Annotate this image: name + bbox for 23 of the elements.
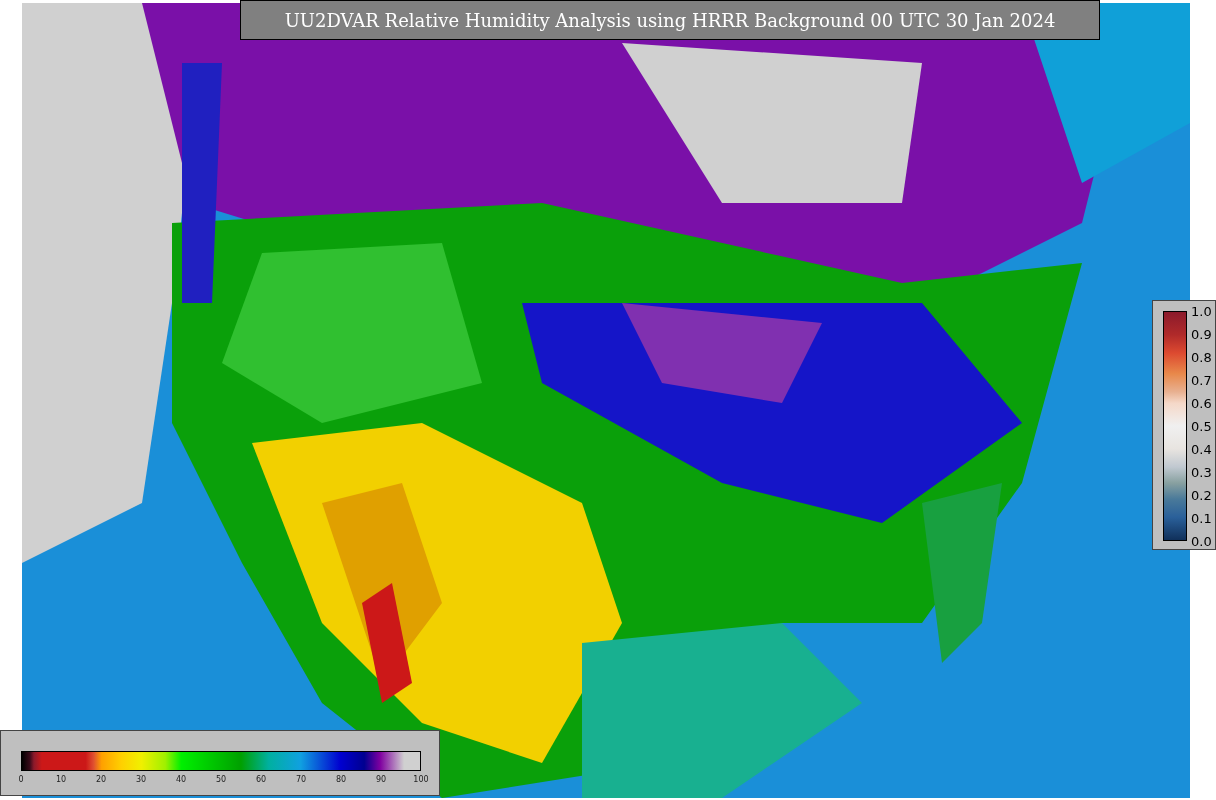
colorbar-tick-label: 10 [55, 775, 67, 785]
colorbar-tick-label: 100 [413, 775, 429, 785]
colorbar-tick-label: 40 [175, 775, 187, 785]
colorbar-tick-label: 0.4 [1191, 441, 1212, 459]
colorbar-tick-label: 50 [215, 775, 227, 785]
colorbar-tick-label: 0.8 [1191, 349, 1212, 367]
colorbar-tick-label: 0.5 [1191, 418, 1212, 436]
colorbar-tick-label: 0.2 [1191, 487, 1212, 505]
colorbar-tick-label: 90 [375, 775, 387, 785]
map-title: UU2DVAR Relative Humidity Analysis using HRRR Background 00 UTC 30 Jan 2024 [240, 0, 1100, 40]
colorbar-tick-label: 80 [335, 775, 347, 785]
colorbar-tick-label: 1.0 [1191, 303, 1212, 321]
colorbar-tick-label: 20 [95, 775, 107, 785]
colorbar-tick-label: 70 [295, 775, 307, 785]
colorbar-tick-label: 30 [135, 775, 147, 785]
colorbar-tick-label: 0 [18, 775, 24, 785]
colorbar-tick-label: 60 [255, 775, 267, 785]
colorbar-tick-label: 0.7 [1191, 372, 1212, 390]
colorbar-tick-label: 0.9 [1191, 326, 1212, 344]
colorbar-tick-label: 0.3 [1191, 464, 1212, 482]
colorbar-tick-label: 0.1 [1191, 510, 1212, 528]
colorbar-tick-label: 0.6 [1191, 395, 1212, 413]
colorbar-tick-label: 0.0 [1191, 533, 1212, 551]
